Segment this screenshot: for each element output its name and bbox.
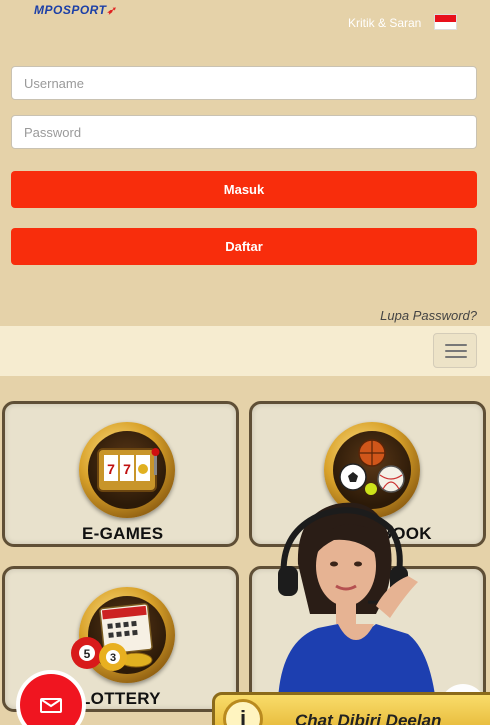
nav-band (0, 326, 490, 376)
svg-text:7: 7 (107, 461, 115, 477)
daftar-button[interactable]: Daftar (11, 228, 477, 265)
masuk-button[interactable]: Masuk (11, 171, 477, 208)
live-chat-bar[interactable]: i Chat Dibiri Deelan (212, 692, 490, 725)
info-icon: i (223, 699, 263, 725)
lupa-password-link[interactable]: Lupa Password? (380, 308, 477, 323)
slot-machine-icon: 7 7 (79, 422, 175, 518)
menu-toggle-button[interactable] (433, 333, 477, 368)
hamburger-line-icon (445, 356, 467, 358)
logo-sport: SPORT (62, 3, 107, 17)
category-label: E-GAMES (82, 524, 164, 543)
hamburger-line-icon (445, 344, 467, 346)
password-input[interactable] (11, 115, 477, 149)
category-label: LOTTERY (80, 689, 161, 708)
category-card-egames[interactable]: 7 7 E-GAMES (2, 401, 239, 547)
chat-label: Chat Dibiri Deelan (295, 711, 442, 725)
logo-mpo: MPO (34, 3, 63, 17)
mposport-logo[interactable]: MPOSPORT➶ (34, 3, 116, 17)
svg-text:7: 7 (123, 461, 131, 477)
lottery-balls-icon: 5 3 (71, 637, 127, 671)
svg-text:5: 5 (84, 647, 91, 661)
header: MPOSPORT➶ Kritik & Saran (0, 0, 490, 44)
logo-bolt-icon: ➶ (106, 5, 117, 17)
username-input[interactable] (11, 66, 477, 100)
kritik-saran-link[interactable]: Kritik & Saran (348, 16, 421, 30)
svg-text:3: 3 (110, 652, 116, 664)
indonesia-flag-icon[interactable] (434, 14, 457, 30)
customer-service-agent-image (277, 502, 438, 725)
hamburger-line-icon (445, 350, 467, 352)
envelope-icon (40, 698, 62, 713)
